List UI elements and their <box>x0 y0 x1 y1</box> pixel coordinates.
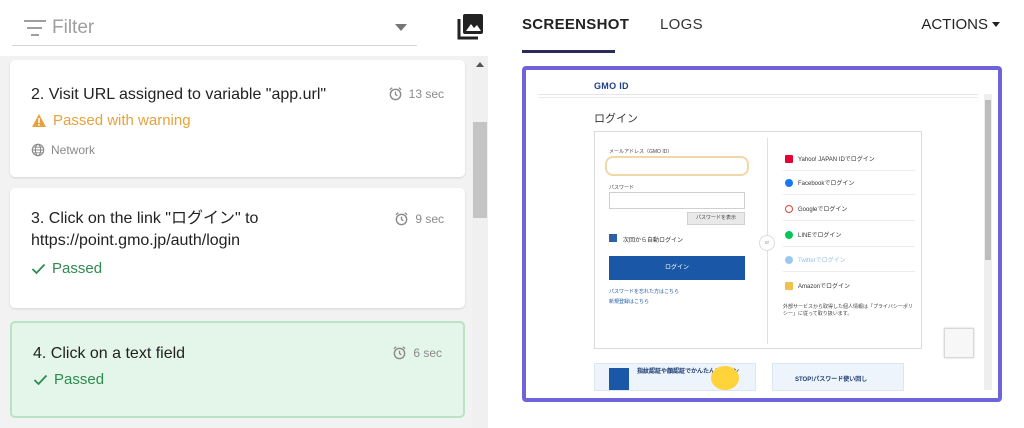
social-divider <box>783 246 915 247</box>
step-card[interactable]: 2. Visit URL assigned to variable "app.u… <box>10 60 465 177</box>
twitter-icon <box>785 255 793 264</box>
yahoo-login-link[interactable]: Yahoo! JAPAN IDでログイン <box>785 154 875 163</box>
scroll-up-arrow-icon[interactable] <box>476 62 484 67</box>
login-page-title: ログイン <box>594 113 638 125</box>
step-title: 2. Visit URL assigned to variable "app.u… <box>31 86 327 103</box>
google-icon <box>785 204 793 213</box>
tab-logs[interactable]: LOGS <box>660 16 703 33</box>
alarm-clock-icon <box>389 87 402 101</box>
steps-panel: 2. Visit URL assigned to variable "app.u… <box>0 0 488 428</box>
step-meta-text: Network <box>51 143 96 157</box>
password-reuse-banner-text: STOP!パスワード使い回し <box>795 377 868 383</box>
step-duration-text: 9 sec <box>415 211 444 226</box>
check-icon <box>33 374 48 385</box>
amazon-icon <box>785 281 793 290</box>
remember-checkbox[interactable] <box>609 234 617 242</box>
alarm-clock-icon <box>393 346 406 360</box>
screenshot-frame: GMO ID ログイン メールアドレス（GMO ID） パスワード パスワードを… <box>522 66 1002 402</box>
social-divider <box>783 194 915 195</box>
email-field[interactable] <box>605 156 749 176</box>
filter-bar <box>0 0 488 56</box>
facebook-icon <box>785 178 793 187</box>
twitter-login-link[interactable]: Twitterでログイン <box>785 255 846 264</box>
filter-field[interactable] <box>12 8 417 46</box>
active-tab-indicator <box>522 50 615 53</box>
forgot-password-link[interactable]: パスワードを忘れた方はこちら <box>609 288 679 295</box>
details-panel: SCREENSHOT LOGS ACTIONS GMO ID ログイン メールア… <box>488 0 1024 428</box>
header-divider <box>538 97 978 98</box>
step-status-text: Passed with warning <box>53 112 191 129</box>
check-icon <box>31 263 46 274</box>
actions-menu-button[interactable]: ACTIONS <box>921 16 1000 33</box>
social-divider <box>783 271 915 272</box>
show-password-button[interactable]: パスワードを表示 <box>687 212 745 225</box>
filter-icon <box>24 20 46 36</box>
google-login-label: Googleでログイン <box>798 207 848 213</box>
line-login-label: LINEでログイン <box>798 233 842 239</box>
privacy-notice: 外部サービスから取得した個人情報は「プライバシーポリシー」に従って取り扱います。 <box>783 304 913 317</box>
scrollbar-thumb[interactable] <box>473 122 487 218</box>
login-box: メールアドレス（GMO ID） パスワード パスワードを表示 次回から自動ログイ… <box>594 131 922 349</box>
login-button[interactable]: ログイン <box>609 256 745 280</box>
facebook-login-link[interactable]: Facebookでログイン <box>785 178 854 187</box>
line-icon <box>785 230 793 239</box>
amazon-login-label: Amazonでログイン <box>798 284 851 290</box>
filter-input[interactable] <box>52 16 352 40</box>
step-status: Passed <box>33 371 104 388</box>
step-status-text: Passed <box>54 371 105 388</box>
step-card[interactable]: 3. Click on the link "ログイン" to https://p… <box>10 188 465 308</box>
phone-illustration-icon <box>711 366 739 390</box>
password-label: パスワード <box>609 185 635 191</box>
email-label: メールアドレス（GMO ID） <box>609 149 673 155</box>
amazon-login-link[interactable]: Amazonでログイン <box>785 281 850 290</box>
screenshot-image: GMO ID ログイン メールアドレス（GMO ID） パスワード パスワードを… <box>538 81 978 391</box>
remember-label: 次回から自動ログイン <box>623 238 684 244</box>
filter-dropdown-icon[interactable] <box>395 24 407 31</box>
social-divider <box>783 220 915 221</box>
or-badge: or <box>759 235 775 251</box>
screenshot-scrollbar[interactable] <box>984 94 992 390</box>
google-login-link[interactable]: Googleでログイン <box>785 204 847 213</box>
actions-label: ACTIONS <box>921 16 988 33</box>
step-status: Passed with warning <box>31 112 191 129</box>
step-title: 4. Click on a text field <box>33 345 186 362</box>
recaptcha-badge-icon[interactable] <box>944 328 974 358</box>
register-link[interactable]: 新規登録はこちら <box>609 298 649 305</box>
step-duration-text: 13 sec <box>408 86 444 101</box>
step-card-active[interactable]: 4. Click on a text field 6 sec Passed <box>10 321 465 418</box>
step-duration-text: 6 sec <box>413 345 442 360</box>
yahoo-login-label: Yahoo! JAPAN IDでログイン <box>798 157 875 163</box>
line-login-link[interactable]: LINEでログイン <box>785 230 841 239</box>
facebook-login-label: Facebookでログイン <box>798 181 855 187</box>
step-status-text: Passed <box>52 260 103 277</box>
step-duration: 6 sec <box>392 345 442 360</box>
step-title-line1: 3. Click on the link "ログイン" to <box>31 210 259 227</box>
social-divider <box>783 170 915 171</box>
gmo-logo: GMO ID <box>594 81 629 91</box>
alarm-clock-icon <box>395 212 408 226</box>
password-field[interactable] <box>609 192 745 209</box>
steps-scrollbar[interactable] <box>472 56 488 428</box>
step-meta[interactable]: Network <box>31 143 95 157</box>
caret-down-icon <box>992 22 1000 27</box>
step-duration: 13 sec <box>388 86 444 101</box>
yahoo-icon <box>785 154 793 163</box>
step-duration: 9 sec <box>394 211 444 226</box>
globe-icon <box>31 143 45 157</box>
banner-badge <box>609 368 629 390</box>
twitter-login-label: Twitterでログイン <box>798 258 846 264</box>
warning-icon <box>32 114 46 127</box>
step-status: Passed <box>31 260 102 277</box>
tab-screenshot[interactable]: SCREENSHOT <box>522 16 629 33</box>
biometric-login-banner[interactable]: 指紋認証や顔認証でかんたんログイン <box>594 363 756 391</box>
password-reuse-banner[interactable]: STOP!パスワード使い回し <box>772 363 904 391</box>
steps-list: 2. Visit URL assigned to variable "app.u… <box>0 56 472 428</box>
step-title-line2: https://point.gmo.jp/auth/login <box>31 232 241 249</box>
image-gallery-icon[interactable] <box>455 10 487 42</box>
